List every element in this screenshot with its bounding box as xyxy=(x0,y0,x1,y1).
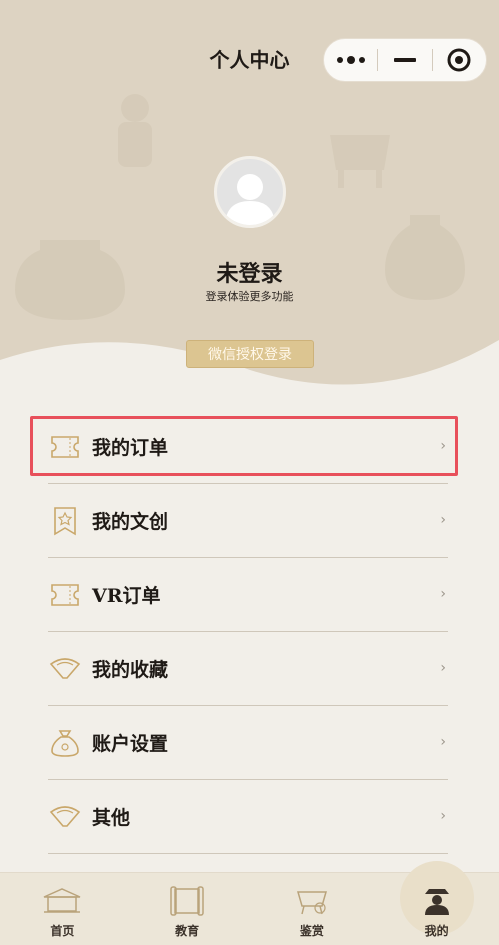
tab-appreciation[interactable]: 鉴赏 xyxy=(250,873,375,945)
more-button[interactable] xyxy=(324,39,377,81)
star-badge-icon xyxy=(48,504,82,538)
menu-item-my-favorites[interactable]: 我的收藏 › xyxy=(48,632,448,706)
close-program-button[interactable] xyxy=(433,39,486,81)
ticket-icon xyxy=(48,430,82,464)
chevron-right-icon: › xyxy=(440,586,446,602)
tab-label: 鉴赏 xyxy=(299,924,324,938)
minimize-button[interactable] xyxy=(378,39,431,81)
menu-item-label: VR订单 xyxy=(92,585,161,607)
mini-program-capsule xyxy=(323,38,487,82)
fan-icon xyxy=(48,800,82,834)
ticket-icon xyxy=(48,578,82,612)
tab-home[interactable]: 首页 xyxy=(0,873,125,945)
menu-item-my-creations[interactable]: 我的文创 › xyxy=(48,484,448,558)
chevron-right-icon: › xyxy=(440,512,446,528)
menu-item-other[interactable]: 其他 › xyxy=(48,780,448,854)
menu-item-label: 账户设置 xyxy=(92,733,169,755)
figurine-decoration-icon xyxy=(118,94,152,167)
chevron-right-icon: › xyxy=(440,438,446,454)
chevron-right-icon: › xyxy=(440,734,446,750)
menu-item-label: 我的收藏 xyxy=(92,659,169,681)
login-status: 未登录 xyxy=(216,262,283,287)
scholar-icon xyxy=(417,886,457,916)
money-bag-icon xyxy=(48,726,82,760)
login-hint: 登录体验更多功能 xyxy=(205,290,294,303)
menu-item-my-orders[interactable]: 我的订单 › xyxy=(48,410,448,484)
tab-education[interactable]: 教育 xyxy=(125,873,250,945)
profile-menu: 我的订单 › 我的文创 › VR订单 › 我的收藏 › 账户设置 › 其他 › xyxy=(48,410,448,854)
tab-label: 我的 xyxy=(424,924,449,938)
menu-item-account-settings[interactable]: 账户设置 › xyxy=(48,706,448,780)
fan-icon xyxy=(48,652,82,686)
scroll-icon xyxy=(167,886,207,916)
cauldron-decoration-icon xyxy=(330,135,390,188)
chevron-right-icon: › xyxy=(440,660,446,676)
tab-label: 教育 xyxy=(175,924,200,938)
target-close-icon xyxy=(447,48,471,72)
tab-label: 首页 xyxy=(50,924,75,938)
tab-mine[interactable]: 我的 xyxy=(374,861,499,945)
avatar[interactable] xyxy=(214,156,286,228)
palace-icon xyxy=(42,886,82,916)
bronze-vessel-icon xyxy=(292,886,332,916)
wechat-auth-login-button[interactable]: 微信授权登录 xyxy=(186,340,314,368)
menu-item-label: 我的文创 xyxy=(92,511,169,533)
menu-item-label: 其他 xyxy=(92,807,131,829)
menu-item-label: 我的订单 xyxy=(92,437,169,459)
chevron-right-icon: › xyxy=(440,808,446,824)
menu-item-vr-orders[interactable]: VR订单 › xyxy=(48,558,448,632)
minimize-icon xyxy=(393,58,416,62)
bottom-tab-bar: 首页 教育 鉴赏 我的 xyxy=(0,861,499,945)
more-dots-icon xyxy=(336,56,365,64)
